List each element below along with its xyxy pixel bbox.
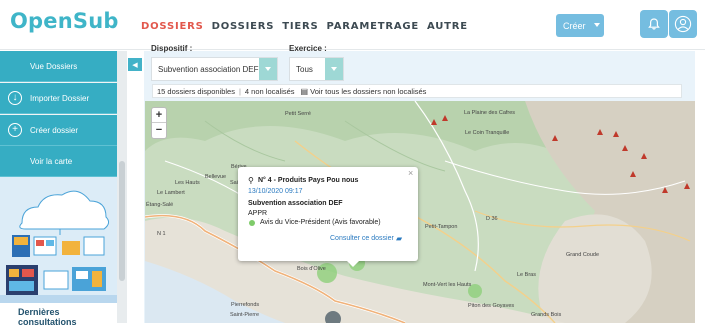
dispositif-value: Subvention association DEF [158, 64, 259, 74]
bell-icon [648, 18, 660, 30]
scrollbar-thumb[interactable] [119, 161, 125, 281]
popup-title: N° 4 - Produits Pays Pou nous [258, 177, 359, 184]
map-label: La Plaine des Cafres [464, 110, 516, 116]
sidebar-item-label: Voir la carte [30, 157, 73, 166]
show-non-located-link[interactable]: Voir tous les dossiers non localisés [310, 87, 426, 96]
map-zoom-control: + − [151, 107, 167, 139]
map-label: Grands Bois [531, 312, 562, 318]
zoom-out-button[interactable]: − [152, 123, 166, 138]
exercice-label: Exercice : [289, 44, 327, 53]
sidebar-item-creer-dossier[interactable]: + Créer dossier [0, 115, 117, 146]
map-label: Les Hauts [175, 180, 200, 186]
map-label: Grand Coude [566, 252, 600, 258]
notifications-button[interactable] [640, 10, 668, 38]
create-button[interactable]: Créer [556, 14, 604, 37]
map-label: Pierrefonds [231, 302, 260, 308]
nav-autre[interactable]: AUTRE [427, 21, 468, 32]
exercice-select[interactable]: Tous [289, 57, 344, 81]
map-label: D 36 [486, 216, 498, 222]
nav-dossiers-2[interactable]: DOSSIERS [212, 21, 275, 32]
dossiers-info-bar: 15 dossiers disponibles | 4 non localisé… [152, 84, 682, 98]
folder-icon: ▰ [396, 234, 403, 243]
nav-tiers[interactable]: TIERS [282, 21, 318, 32]
popup-tip [346, 260, 360, 267]
user-account-button[interactable] [669, 10, 697, 38]
exercice-value: Tous [296, 64, 313, 74]
map-label: Bellevue [205, 174, 227, 180]
popup-avis: Avis du Vice-Président (Avis favorable) [260, 219, 381, 226]
chevron-left-icon: ◀ [132, 61, 138, 69]
top-bar: OpenSub DOSSIERS DOSSIERS TIERS PARAMETR… [0, 0, 705, 50]
sidebar-item-label: Vue Dossiers [30, 62, 78, 71]
chevron-down-icon [594, 23, 600, 27]
sidebar-item-label: Importer Dossier [30, 94, 90, 103]
map-pin-icon: ⚲ [248, 176, 254, 185]
user-icon [674, 15, 692, 33]
map-label: Petit-Tampon [425, 224, 458, 230]
nav-parametrage[interactable]: PARAMETRAGE [327, 21, 419, 32]
map-label: Piton des Goyaves [468, 303, 515, 309]
popup-close-button[interactable]: × [408, 168, 413, 178]
sidebar-scrollbar[interactable] [117, 51, 127, 323]
main-nav: DOSSIERS DOSSIERS TIERS PARAMETRAGE AUTR… [141, 21, 468, 32]
dossier-popup: × ⚲ N° 4 - Produits Pays Pou nous 13/10/… [238, 167, 418, 267]
map-label: Le Lambert [157, 190, 185, 196]
plus-icon: + [8, 123, 22, 137]
map-label: Bois d'Olive [297, 266, 326, 272]
sidebar-item-importer-dossier[interactable]: ↓ Importer Dossier [0, 83, 117, 114]
separator: | [238, 86, 241, 96]
recent-consultations-title: Dernières consultations [0, 303, 117, 327]
sidebar-illustration [0, 177, 117, 304]
map-label: Étang-Salé [146, 202, 174, 208]
popup-dispositif: Subvention association DEF [248, 200, 343, 207]
nav-dossiers-1[interactable]: DOSSIERS [141, 21, 204, 32]
map-label: Le Coin Tranquille [465, 130, 510, 136]
map-label: N 1 [157, 231, 166, 237]
dispositif-label: Dispositif : [151, 44, 193, 53]
create-button-label: Créer [563, 20, 586, 31]
chevron-down-icon [325, 58, 343, 80]
map-label: Saint-Pierre [230, 312, 260, 318]
download-icon: ↓ [8, 91, 22, 105]
zoom-in-button[interactable]: + [152, 108, 166, 123]
map-label: Le Bras [517, 272, 536, 278]
collapse-sidebar-button[interactable]: ◀ [128, 58, 142, 71]
popup-status: APPR [248, 210, 268, 217]
sidebar-item-voir-la-carte[interactable]: Voir la carte [0, 146, 117, 177]
dispositif-select[interactable]: Subvention association DEF [151, 57, 278, 81]
map-label: Petit Serré [285, 111, 311, 117]
status-dot-icon [249, 220, 255, 226]
list-icon: ▤ [300, 86, 309, 96]
popup-consult-link[interactable]: Consulter ce dossier [330, 235, 394, 242]
available-count: 15 dossiers disponibles [157, 86, 235, 96]
chevron-down-icon [259, 58, 277, 80]
app-logo[interactable]: OpenSub [10, 9, 119, 33]
map[interactable] [145, 101, 695, 323]
popup-date: 13/10/2020 09:17 [248, 188, 303, 195]
non-located-count: 4 non localisés [244, 86, 295, 96]
map-label: Mont-Vert les Hauts [423, 282, 472, 288]
sidebar-item-vue-dossiers[interactable]: Vue Dossiers [0, 51, 117, 82]
sidebar-item-label: Créer dossier [30, 126, 79, 135]
